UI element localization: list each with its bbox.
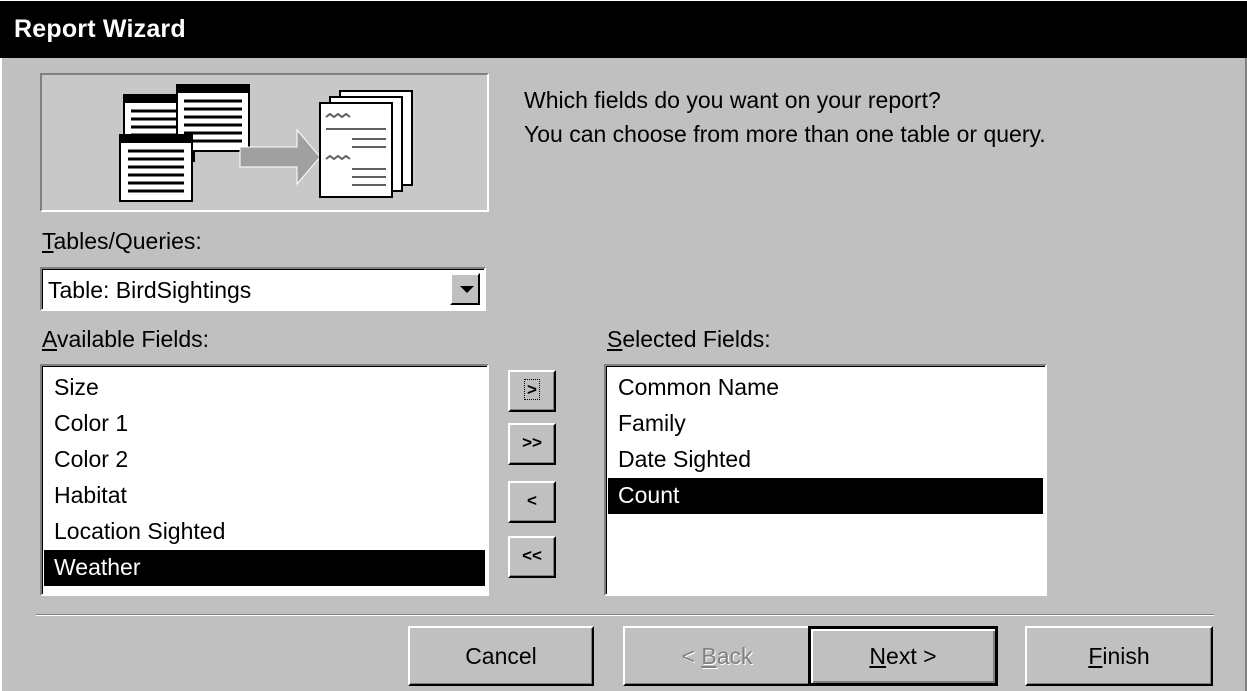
add-all-fields-button[interactable]: >> bbox=[508, 423, 556, 465]
list-item[interactable]: Family bbox=[608, 406, 1043, 442]
list-item-selected[interactable]: Count bbox=[608, 478, 1043, 514]
add-field-button[interactable]: > bbox=[508, 370, 556, 412]
cancel-button[interactable]: Cancel bbox=[408, 626, 594, 686]
list-item[interactable]: Habitat bbox=[44, 478, 485, 514]
dropdown-arrow-icon[interactable] bbox=[450, 273, 480, 305]
title-bar: Report Wizard bbox=[0, 0, 1247, 58]
available-fields-label: Available Fields: bbox=[42, 326, 210, 352]
tables-to-report-icon bbox=[119, 84, 413, 202]
finish-button[interactable]: Finish bbox=[1025, 626, 1213, 686]
window-title: Report Wizard bbox=[14, 15, 186, 43]
tables-queries-label: Tables/Queries: bbox=[42, 228, 202, 254]
next-button[interactable]: Next > bbox=[808, 626, 998, 686]
selected-fields-label: Selected Fields: bbox=[607, 326, 771, 352]
tables-queries-combobox[interactable]: Table: BirdSightings bbox=[40, 267, 486, 311]
separator bbox=[36, 614, 1214, 616]
list-item[interactable]: Color 2 bbox=[44, 442, 485, 478]
remove-field-button[interactable]: < bbox=[508, 481, 556, 523]
list-item[interactable]: Date Sighted bbox=[608, 442, 1043, 478]
tables-queries-value: Table: BirdSightings bbox=[48, 277, 252, 303]
list-item[interactable]: Location Sighted bbox=[44, 514, 485, 550]
prompt-line-1: Which fields do you want on your report? bbox=[524, 87, 941, 113]
list-item[interactable]: Size bbox=[44, 370, 485, 406]
remove-all-fields-button[interactable]: << bbox=[508, 536, 556, 578]
list-item[interactable]: Color 1 bbox=[44, 406, 485, 442]
available-fields-list[interactable]: Size Color 1 Color 2 Habitat Location Si… bbox=[40, 364, 489, 596]
list-item[interactable]: Common Name bbox=[608, 370, 1043, 406]
back-button[interactable]: < Back bbox=[623, 626, 811, 686]
selected-fields-list[interactable]: Common Name Family Date Sighted Count bbox=[604, 364, 1047, 596]
wizard-illustration bbox=[40, 73, 489, 212]
prompt-line-2: You can choose from more than one table … bbox=[524, 121, 1046, 147]
list-item-selected[interactable]: Weather bbox=[44, 550, 485, 586]
